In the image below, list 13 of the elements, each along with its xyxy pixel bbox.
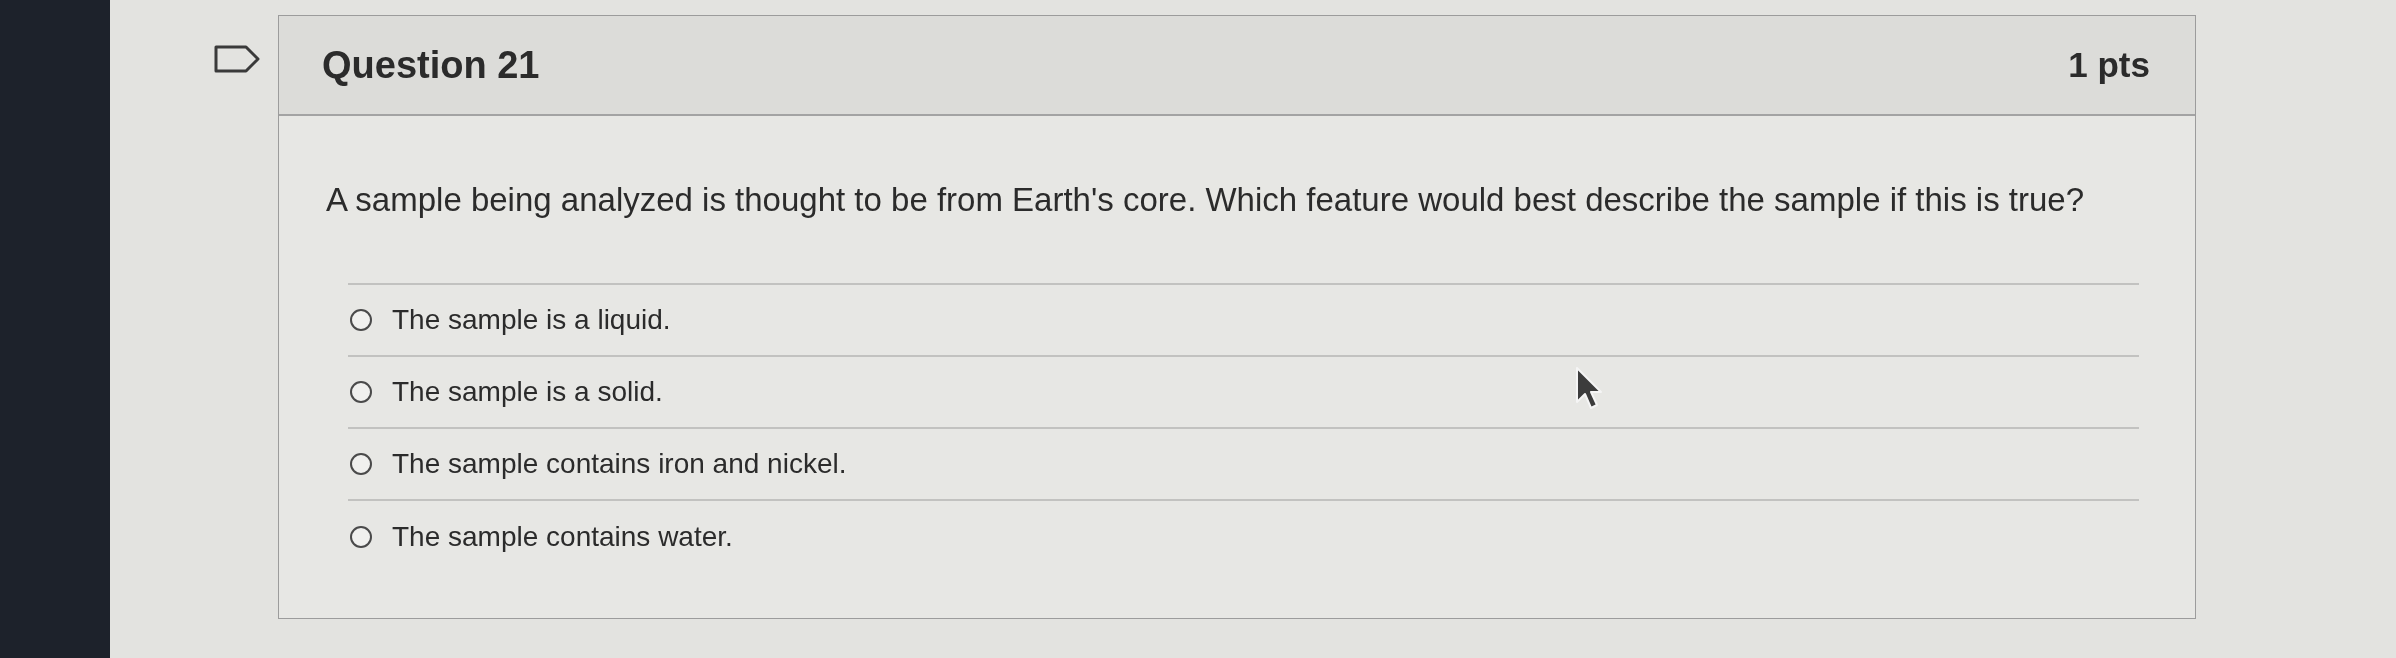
flag-icon[interactable]	[214, 45, 260, 73]
answer-label[interactable]: The sample is a solid.	[392, 374, 663, 410]
answer-label[interactable]: The sample contains iron and nickel.	[392, 446, 847, 482]
question-title: Question 21	[322, 43, 540, 88]
points-label: 1 pts	[2068, 44, 2150, 86]
radio-button[interactable]	[350, 381, 372, 403]
mouse-pointer-icon	[1575, 366, 1603, 410]
radio-button[interactable]	[350, 309, 372, 331]
answer-label[interactable]: The sample is a liquid.	[392, 302, 671, 338]
answer-label[interactable]: The sample contains water.	[392, 519, 733, 555]
radio-button[interactable]	[350, 526, 372, 548]
radio-button[interactable]	[350, 453, 372, 475]
question-text: A sample being analyzed is thought to be from Earth's core. Which feature would best describe the sample if this is true?	[326, 180, 2086, 220]
